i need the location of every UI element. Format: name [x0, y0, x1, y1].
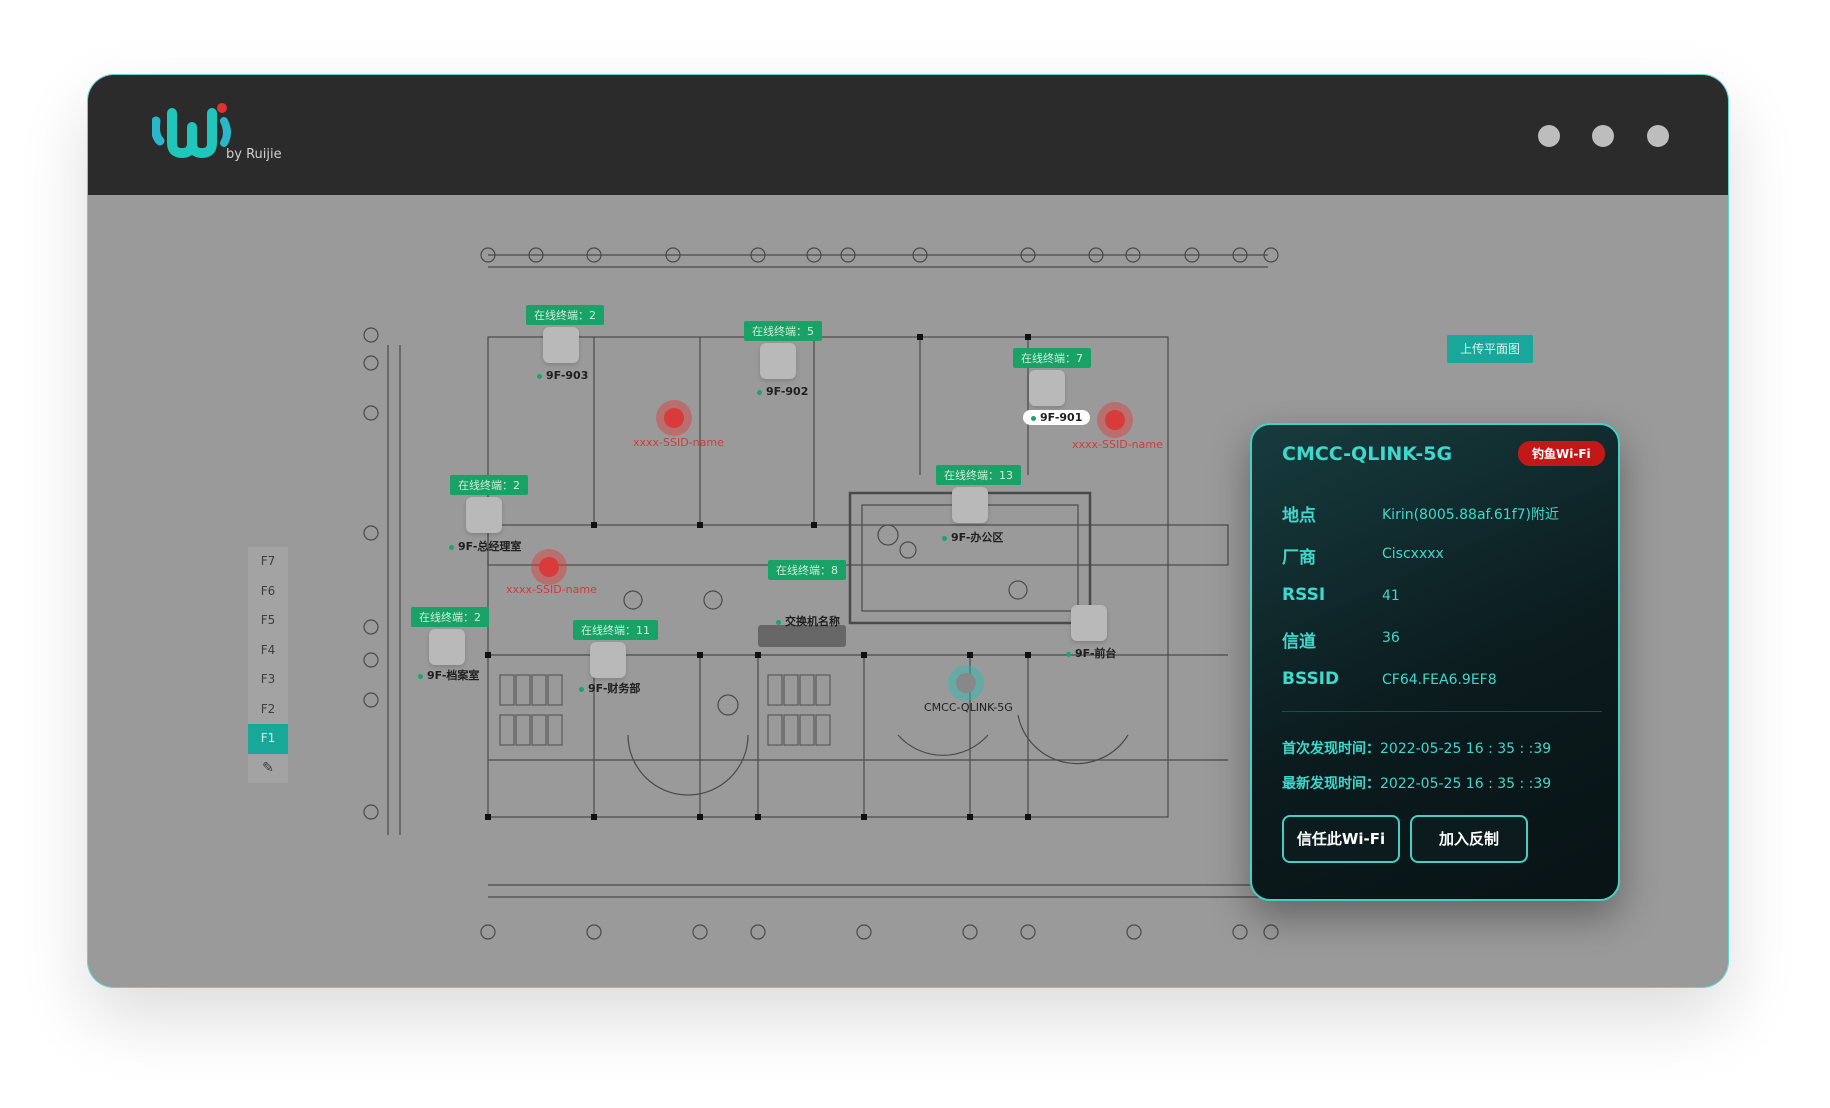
bssid-label: BSSID: [1282, 669, 1340, 689]
title-bar: by Ruijie: [88, 75, 1728, 195]
floor-f7[interactable]: F7: [248, 547, 288, 577]
ap-device[interactable]: [952, 487, 988, 523]
window-dot-1[interactable]: [1538, 125, 1560, 147]
first-seen-label: 首次发现时间：: [1282, 741, 1380, 757]
wifi-detail-panel: CMCC-QLINK-5G 钓鱼Wi-Fi 地点 Kirin(8005.88af…: [1250, 423, 1620, 901]
detail-row-channel: 信道 36: [1282, 627, 1602, 659]
ap-name: 9F-前台: [1066, 645, 1116, 661]
first-seen-row: 首次发现时间：2022-05-25 16 : 35 : :39: [1282, 738, 1551, 758]
window-dot-3[interactable]: [1647, 125, 1669, 147]
ap-tag: 在线终端：11: [573, 620, 658, 640]
last-seen-value: 2022-05-25 16 : 35 : :39: [1380, 776, 1552, 792]
upload-floorplan-button[interactable]: 上传平面图: [1447, 335, 1533, 363]
detail-row-vendor: 厂商 Ciscxxxx: [1282, 543, 1602, 575]
bssid-value: CF64.FEA6.9EF8: [1382, 672, 1497, 688]
ap-device[interactable]: [1071, 605, 1107, 641]
rssi-label: RSSI: [1282, 585, 1326, 605]
rogue-ap-marker[interactable]: [531, 549, 567, 585]
ap-tag: 在线终端：7: [1013, 348, 1091, 368]
ap-name: 9F-财务部: [579, 680, 640, 696]
rogue-ap-label: xxxx-SSID-name: [633, 436, 724, 449]
rogue-ap-label: xxxx-SSID-name: [506, 583, 597, 596]
floor-f5[interactable]: F5: [248, 606, 288, 636]
detail-row-location: 地点 Kirin(8005.88af.61f7)附近: [1282, 501, 1602, 533]
rogue-ap-marker[interactable]: [1097, 402, 1133, 438]
ssid-title: CMCC-QLINK-5G: [1282, 443, 1453, 465]
window-dot-2[interactable]: [1592, 125, 1614, 147]
ap-tag: 在线终端：8: [768, 560, 846, 580]
ap-name: 9F-办公区: [942, 529, 1003, 545]
last-seen-label: 最新发现时间：: [1282, 776, 1380, 792]
channel-value: 36: [1382, 630, 1400, 646]
ap-name: 9F-901: [1023, 410, 1091, 425]
ap-device[interactable]: [760, 343, 796, 379]
location-label: 地点: [1282, 506, 1316, 526]
ap-device[interactable]: [466, 497, 502, 533]
vendor-value: Ciscxxxx: [1382, 546, 1444, 562]
floor-f1[interactable]: F1: [248, 724, 288, 754]
ap-name: 交换机名称: [776, 613, 840, 629]
detail-row-rssi: RSSI 41: [1282, 585, 1602, 617]
last-seen-row: 最新发现时间：2022-05-25 16 : 35 : :39: [1282, 773, 1551, 793]
ap-tag: 在线终端：2: [450, 475, 528, 495]
ap-name: 9F-总经理室: [449, 538, 521, 554]
ap-tag: 在线终端：2: [526, 305, 604, 325]
selected-rogue-ap-marker[interactable]: [948, 665, 984, 701]
ap-name: 9F-档案室: [418, 667, 479, 683]
ap-tag: 在线终端：2: [411, 607, 489, 627]
divider: [1282, 711, 1602, 712]
trust-wifi-button[interactable]: 信任此Wi-Fi: [1282, 815, 1400, 863]
channel-label: 信道: [1282, 632, 1316, 652]
floor-f6[interactable]: F6: [248, 576, 288, 606]
ap-name: 9F-902: [757, 385, 808, 398]
counter-measure-button[interactable]: 加入反制: [1410, 815, 1528, 863]
phishing-badge: 钓鱼Wi-Fi: [1518, 441, 1605, 466]
floor-f2[interactable]: F2: [248, 694, 288, 724]
ap-device[interactable]: [429, 629, 465, 665]
edit-floor-button[interactable]: ✎: [248, 753, 288, 783]
floor-selector: F7 F6 F5 F4 F3 F2 F1 ✎: [248, 547, 288, 783]
rogue-ap-label: CMCC-QLINK-5G: [924, 701, 1013, 714]
ap-device[interactable]: [590, 642, 626, 678]
detail-row-bssid: BSSID CF64.FEA6.9EF8: [1282, 669, 1602, 701]
logo-subtitle: by Ruijie: [226, 147, 282, 162]
location-value: Kirin(8005.88af.61f7)附近: [1382, 507, 1559, 523]
vendor-label: 厂商: [1282, 548, 1316, 568]
ap-tag: 在线终端：5: [744, 321, 822, 341]
floor-f4[interactable]: F4: [248, 635, 288, 665]
rogue-ap-label: xxxx-SSID-name: [1072, 438, 1163, 451]
rssi-value: 41: [1382, 588, 1400, 604]
first-seen-value: 2022-05-25 16 : 35 : :39: [1380, 741, 1552, 757]
edit-icon: ✎: [262, 759, 274, 776]
ap-name: 9F-903: [537, 369, 588, 382]
rogue-ap-marker[interactable]: [656, 400, 692, 436]
app-window: by Ruijie 上传平面图 F7 F6 F5 F4 F3 F2 F1 ✎ 在…: [87, 74, 1729, 988]
ap-device[interactable]: [543, 327, 579, 363]
floor-f3[interactable]: F3: [248, 665, 288, 695]
ap-device[interactable]: [1029, 370, 1065, 406]
ap-tag: 在线终端：13: [936, 465, 1021, 485]
